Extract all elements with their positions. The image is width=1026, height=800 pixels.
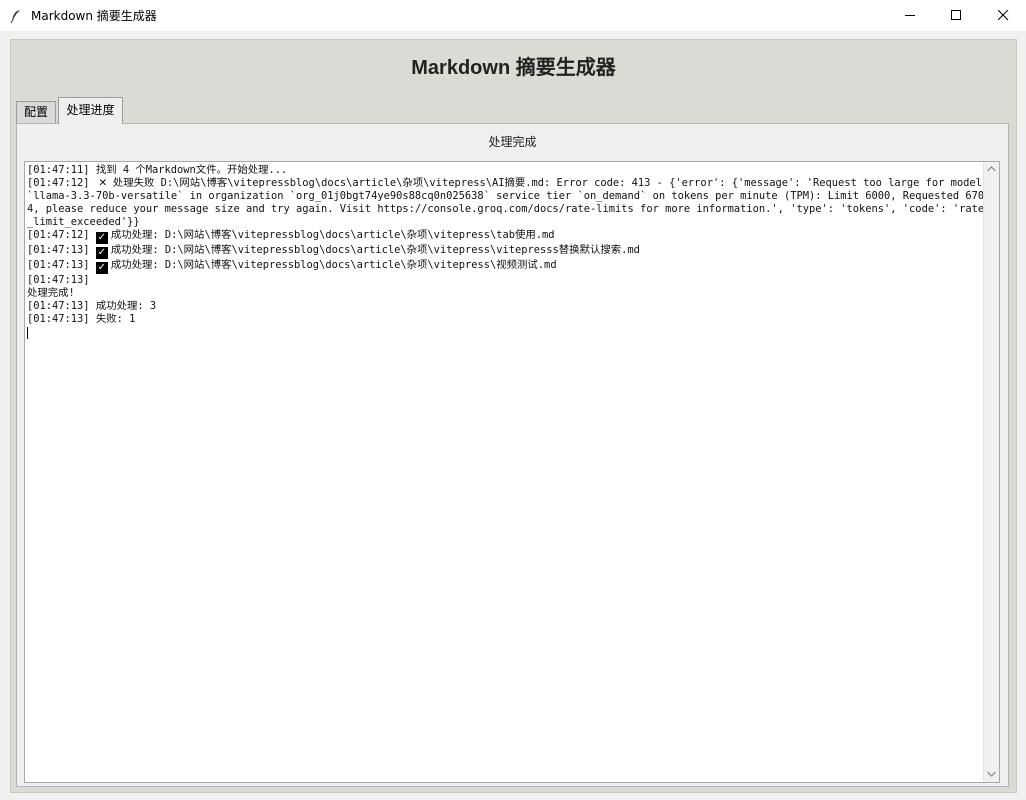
log-line: [01:47:12] ✓ 成功处理: D:\网站\博客\vitepressblog… — [27, 229, 985, 244]
log-message: 成功处理: D:\网站\博客\vitepressblog\docs\articl… — [110, 244, 640, 256]
scroll-up-button[interactable] — [984, 162, 999, 177]
tab-progress[interactable]: 处理进度 — [58, 97, 123, 124]
log-message: 成功处理: D:\网站\博客\vitepressblog\docs\articl… — [110, 229, 555, 241]
progress-panel: 处理完成 [01:47:11] 找到 4 个Markdown文件。开始处理...… — [16, 123, 1009, 787]
log-timestamp: [01:47:12] — [27, 229, 90, 241]
log-line: 处理完成! — [27, 287, 985, 300]
status-label: 处理完成 — [488, 135, 537, 149]
page-title: Markdown 摘要生成器 — [411, 57, 616, 79]
log-line: [01:47:13] ✓ 成功处理: D:\网站\博客\vitepressblog… — [27, 244, 985, 259]
minimize-icon — [905, 15, 915, 16]
log-line: [01:47:13] ✓ 成功处理: D:\网站\博客\vitepressblog… — [27, 259, 985, 274]
check-icon: ✓ — [95, 247, 108, 259]
close-button[interactable] — [980, 0, 1026, 31]
log-textarea[interactable]: [01:47:11] 找到 4 个Markdown文件。开始处理... [01:4… — [24, 161, 1000, 783]
check-icon: ✓ — [95, 232, 108, 244]
log-line: [01:47:12] ✕ 处理失败 D:\网站\博客\vitepressblog\… — [27, 177, 985, 229]
log-timestamp: [01:47:12] — [27, 177, 90, 189]
log-message: 成功处理: 3 — [89, 300, 157, 312]
window-titlebar: Markdown 摘要生成器 — [0, 0, 1026, 32]
log-content: [01:47:11] 找到 4 个Markdown文件。开始处理... [01:4… — [27, 164, 985, 339]
maximize-button[interactable] — [933, 0, 979, 31]
log-timestamp: [01:47:11] — [27, 164, 90, 176]
feather-icon — [10, 8, 22, 24]
log-line: [01:47:13] 失败: 1 — [27, 313, 985, 326]
log-timestamp: [01:47:13] — [27, 300, 90, 312]
minimize-button[interactable] — [887, 0, 933, 31]
log-message: 处理失败 D:\网站\博客\vitepressblog\docs\article… — [27, 177, 985, 228]
close-icon — [998, 10, 1009, 21]
maximize-icon — [951, 10, 961, 20]
log-message: 处理完成! — [27, 287, 75, 299]
client-area: Markdown 摘要生成器 配置 处理进度 处理完成 [01:47:11] 找… — [0, 31, 1026, 800]
tab-config[interactable]: 配置 — [16, 101, 56, 123]
log-message: 失败: 1 — [89, 313, 136, 325]
log-line: [01:47:13] 成功处理: 3 — [27, 300, 985, 313]
log-timestamp: [01:47:13] — [27, 274, 90, 286]
vertical-scrollbar[interactable] — [983, 162, 999, 782]
text-cursor — [27, 327, 28, 339]
chevron-down-icon — [987, 771, 996, 777]
log-timestamp: [01:47:13] — [27, 313, 90, 325]
cross-icon: ✕ — [98, 177, 108, 189]
window-title: Markdown 摘要生成器 — [31, 9, 157, 23]
chevron-up-icon — [987, 166, 996, 172]
log-message: 找到 4 个Markdown文件。开始处理... — [89, 164, 288, 176]
log-timestamp: [01:47:13] — [27, 244, 90, 256]
check-icon: ✓ — [95, 262, 108, 274]
log-line: [01:47:11] 找到 4 个Markdown文件。开始处理... — [27, 164, 985, 177]
log-message: 成功处理: D:\网站\博客\vitepressblog\docs\articl… — [110, 259, 557, 271]
log-line: [01:47:13] — [27, 274, 985, 287]
main-frame: Markdown 摘要生成器 配置 处理进度 处理完成 [01:47:11] 找… — [10, 39, 1017, 793]
log-timestamp: [01:47:13] — [27, 259, 90, 271]
scroll-down-button[interactable] — [984, 767, 999, 782]
